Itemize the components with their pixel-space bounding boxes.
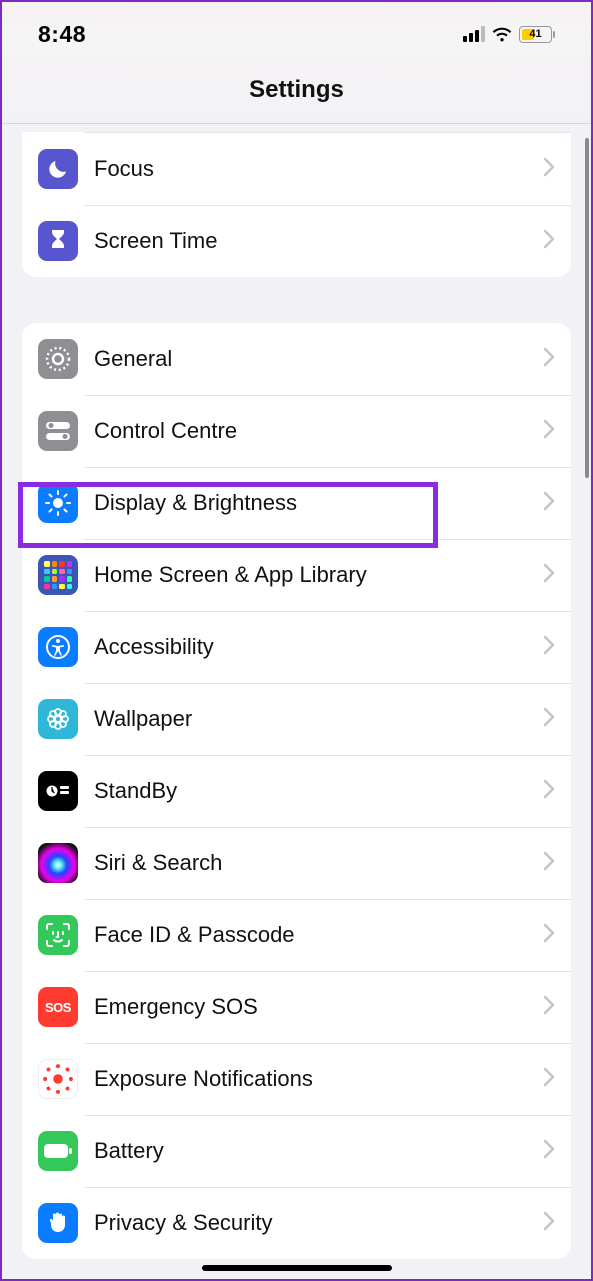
row-label: Display & Brightness xyxy=(94,490,543,516)
chevron-right-icon xyxy=(543,419,555,444)
moon-icon xyxy=(38,149,78,189)
chevron-right-icon xyxy=(543,851,555,876)
siri-icon xyxy=(38,843,78,883)
wifi-icon xyxy=(491,26,513,42)
nav-bar: Settings xyxy=(2,56,591,124)
settings-group-2: General Control Centre Display & Brightn… xyxy=(22,323,571,1259)
faceid-icon xyxy=(38,915,78,955)
row-exposure-notifications[interactable]: Exposure Notifications xyxy=(22,1043,571,1115)
row-label: Home Screen & App Library xyxy=(94,562,543,588)
chevron-right-icon xyxy=(543,347,555,372)
row-general[interactable]: General xyxy=(22,323,571,395)
chevron-right-icon xyxy=(543,563,555,588)
chevron-right-icon xyxy=(543,923,555,948)
gear-icon xyxy=(38,339,78,379)
settings-group-1: Focus Screen Time xyxy=(22,132,571,277)
chevron-right-icon xyxy=(543,995,555,1020)
status-time: 8:48 xyxy=(38,21,86,48)
apps-grid-icon xyxy=(38,555,78,595)
row-face-id[interactable]: Face ID & Passcode xyxy=(22,899,571,971)
cellular-signal-icon xyxy=(463,26,485,42)
switches-icon xyxy=(38,411,78,451)
status-bar: 8:48 41 xyxy=(2,2,591,56)
accessibility-icon xyxy=(38,627,78,667)
row-siri-search[interactable]: Siri & Search xyxy=(22,827,571,899)
battery-icon xyxy=(38,1131,78,1171)
row-label: Privacy & Security xyxy=(94,1210,543,1236)
row-battery[interactable]: Battery xyxy=(22,1115,571,1187)
battery-percent: 41 xyxy=(529,28,541,40)
chevron-right-icon xyxy=(543,635,555,660)
page-title: Settings xyxy=(249,76,344,104)
chevron-right-icon xyxy=(543,1067,555,1092)
chevron-right-icon xyxy=(543,707,555,732)
row-label: Control Centre xyxy=(94,418,543,444)
hourglass-icon xyxy=(38,221,78,261)
row-privacy-security[interactable]: Privacy & Security xyxy=(22,1187,571,1259)
clock-widget-icon xyxy=(38,771,78,811)
row-label: Emergency SOS xyxy=(94,994,543,1020)
battery-indicator: 41 xyxy=(519,26,555,43)
hand-icon xyxy=(38,1203,78,1243)
chevron-right-icon xyxy=(543,1211,555,1236)
row-label: Focus xyxy=(94,156,543,182)
status-right: 41 xyxy=(463,26,555,43)
row-label: Siri & Search xyxy=(94,850,543,876)
exposure-icon xyxy=(38,1059,78,1099)
row-wallpaper[interactable]: Wallpaper xyxy=(22,683,571,755)
flower-icon xyxy=(38,699,78,739)
chevron-right-icon xyxy=(543,229,555,254)
row-label: Wallpaper xyxy=(94,706,543,732)
chevron-right-icon xyxy=(543,491,555,516)
row-standby[interactable]: StandBy xyxy=(22,755,571,827)
chevron-right-icon xyxy=(543,1139,555,1164)
row-label: Accessibility xyxy=(94,634,543,660)
row-label: Battery xyxy=(94,1138,543,1164)
row-emergency-sos[interactable]: SOS Emergency SOS xyxy=(22,971,571,1043)
row-control-centre[interactable]: Control Centre xyxy=(22,395,571,467)
row-display-brightness[interactable]: Display & Brightness xyxy=(22,467,571,539)
chevron-right-icon xyxy=(543,157,555,182)
settings-list[interactable]: Focus Screen Time General xyxy=(2,124,591,1279)
sun-icon xyxy=(38,483,78,523)
sos-icon: SOS xyxy=(38,987,78,1027)
row-label: Face ID & Passcode xyxy=(94,922,543,948)
row-screen-time[interactable]: Screen Time xyxy=(22,205,571,277)
row-accessibility[interactable]: Accessibility xyxy=(22,611,571,683)
row-home-screen[interactable]: Home Screen & App Library xyxy=(22,539,571,611)
home-indicator[interactable] xyxy=(202,1265,392,1271)
row-focus[interactable]: Focus xyxy=(22,133,571,205)
settings-screen: 8:48 41 Settings xyxy=(2,2,591,1279)
row-label: StandBy xyxy=(94,778,543,804)
row-label: Screen Time xyxy=(94,228,543,254)
scroll-indicator[interactable] xyxy=(585,138,589,478)
row-label: Exposure Notifications xyxy=(94,1066,543,1092)
row-label: General xyxy=(94,346,543,372)
chevron-right-icon xyxy=(543,779,555,804)
